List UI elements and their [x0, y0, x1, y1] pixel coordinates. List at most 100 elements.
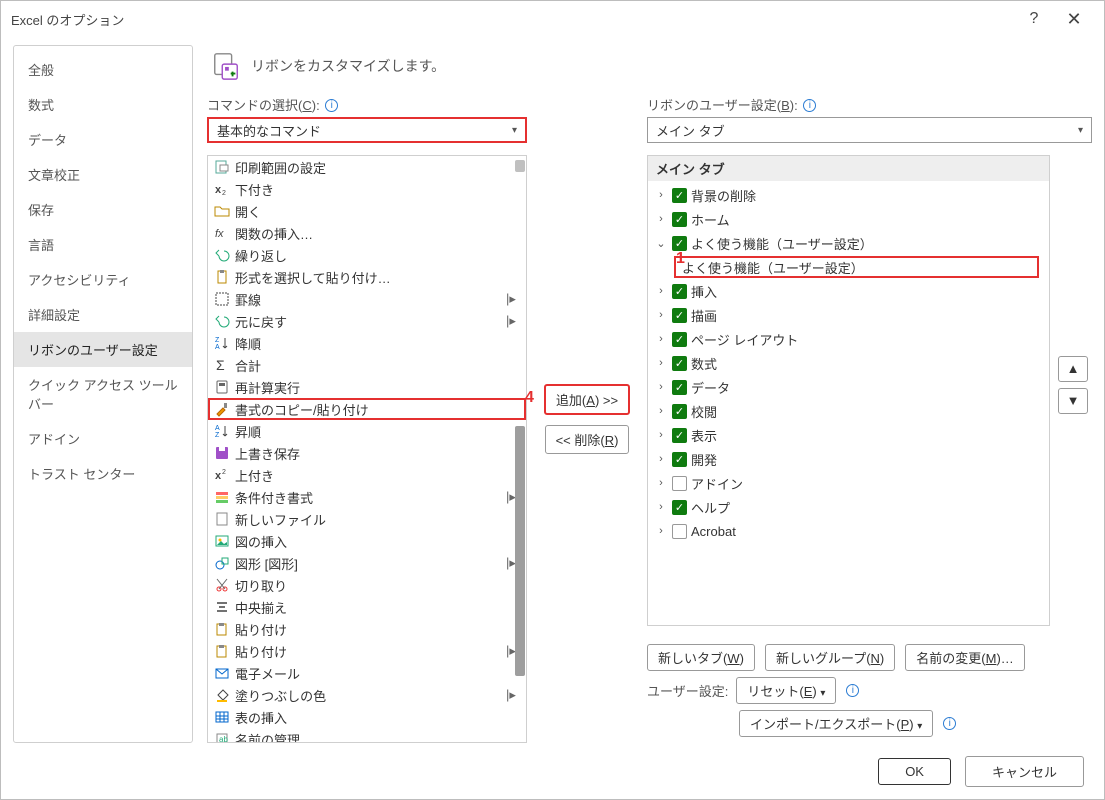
- ribbon-tree-tab[interactable]: ›Acrobat: [648, 519, 1049, 543]
- new-tab-button[interactable]: 新しいタブ(W): [647, 644, 755, 671]
- checkbox[interactable]: ✓: [672, 356, 687, 371]
- chevron-right-icon[interactable]: ›: [654, 213, 668, 225]
- command-item[interactable]: 繰り返し: [208, 244, 526, 266]
- chevron-right-icon[interactable]: ›: [654, 309, 668, 321]
- command-item[interactable]: ab名前の管理: [208, 728, 526, 742]
- ribbon-tree-tab[interactable]: ›✓ヘルプ: [648, 495, 1049, 519]
- sidebar-item[interactable]: リボンのユーザー設定: [14, 332, 192, 367]
- ribbon-tree-tab[interactable]: ›✓挿入: [648, 279, 1049, 303]
- info-icon[interactable]: i: [325, 99, 338, 112]
- chevron-right-icon[interactable]: ›: [654, 189, 668, 201]
- command-item[interactable]: x2下付き: [208, 178, 526, 200]
- ok-button[interactable]: OK: [878, 758, 951, 785]
- command-item[interactable]: 表の挿入: [208, 706, 526, 728]
- remove-button[interactable]: << 削除(R): [545, 425, 630, 454]
- customize-ribbon-combo[interactable]: メイン タブ ▾: [647, 117, 1092, 143]
- choose-commands-combo[interactable]: 基本的なコマンド ▾: [207, 117, 527, 143]
- command-item[interactable]: x2上付き: [208, 464, 526, 486]
- checkbox[interactable]: ✓: [672, 188, 687, 203]
- ribbon-tree-group[interactable]: よく使う機能（ユーザー設定）: [648, 255, 1049, 279]
- command-item[interactable]: 貼り付け|▸: [208, 640, 526, 662]
- ribbon-tree[interactable]: メイン タブ ›✓背景の削除›✓ホーム⌄✓よく使う機能（ユーザー設定）よく使う機…: [647, 155, 1050, 626]
- chevron-right-icon[interactable]: ›: [654, 429, 668, 441]
- info-icon[interactable]: i: [803, 99, 816, 112]
- command-item[interactable]: 貼り付け: [208, 618, 526, 640]
- move-up-button[interactable]: ▲: [1058, 356, 1088, 382]
- sidebar-item[interactable]: トラスト センター: [14, 456, 192, 491]
- command-item[interactable]: 元に戻す|▸: [208, 310, 526, 332]
- ribbon-tree-tab[interactable]: ⌄✓よく使う機能（ユーザー設定）: [648, 231, 1049, 255]
- commands-listbox[interactable]: 印刷範囲の設定x2下付き開くfx関数の挿入…繰り返し形式を選択して貼り付け…罫線…: [207, 155, 527, 743]
- ribbon-tree-tab[interactable]: ›✓校閲: [648, 399, 1049, 423]
- rename-button[interactable]: 名前の変更(M)…: [905, 644, 1025, 671]
- command-item[interactable]: 形式を選択して貼り付け…: [208, 266, 526, 288]
- command-item[interactable]: 印刷範囲の設定: [208, 156, 526, 178]
- command-item[interactable]: 電子メール: [208, 662, 526, 684]
- command-item[interactable]: fx関数の挿入…: [208, 222, 526, 244]
- checkbox[interactable]: ✓: [672, 308, 687, 323]
- scrollbar-track[interactable]: [515, 426, 525, 676]
- checkbox[interactable]: ✓: [672, 452, 687, 467]
- new-group-button[interactable]: 新しいグループ(N): [765, 644, 895, 671]
- checkbox[interactable]: ✓: [672, 500, 687, 515]
- command-item[interactable]: AZ昇順: [208, 420, 526, 442]
- info-icon[interactable]: i: [943, 717, 956, 730]
- ribbon-tree-tab[interactable]: ›✓描画: [648, 303, 1049, 327]
- checkbox[interactable]: ✓: [672, 236, 687, 251]
- checkbox[interactable]: [672, 476, 687, 491]
- command-item[interactable]: 書式のコピー/貼り付け: [208, 398, 526, 420]
- checkbox[interactable]: ✓: [672, 428, 687, 443]
- checkbox[interactable]: ✓: [672, 380, 687, 395]
- sidebar-item[interactable]: 数式: [14, 87, 192, 122]
- checkbox[interactable]: ✓: [672, 212, 687, 227]
- chevron-right-icon[interactable]: ›: [654, 285, 668, 297]
- scrollbar-thumb[interactable]: [515, 160, 525, 172]
- command-item[interactable]: 新しいファイル: [208, 508, 526, 530]
- ribbon-tree-tab[interactable]: ›✓背景の削除: [648, 183, 1049, 207]
- sidebar-item[interactable]: 詳細設定: [14, 297, 192, 332]
- cancel-button[interactable]: キャンセル: [965, 756, 1084, 787]
- command-item[interactable]: 罫線|▸: [208, 288, 526, 310]
- ribbon-tree-tab[interactable]: ›✓ページ レイアウト: [648, 327, 1049, 351]
- info-icon[interactable]: i: [846, 684, 859, 697]
- sidebar-item[interactable]: 保存: [14, 192, 192, 227]
- chevron-right-icon[interactable]: ›: [654, 477, 668, 489]
- sidebar-item[interactable]: クイック アクセス ツール バー: [14, 367, 192, 421]
- ribbon-tree-tab[interactable]: ›✓数式: [648, 351, 1049, 375]
- chevron-right-icon[interactable]: ›: [654, 453, 668, 465]
- add-button[interactable]: 追加(A) >>: [544, 384, 630, 415]
- reset-button[interactable]: リセット(E) ▾: [736, 677, 836, 704]
- checkbox[interactable]: [672, 524, 687, 539]
- sidebar-item[interactable]: 言語: [14, 227, 192, 262]
- ribbon-tree-tab[interactable]: ›✓データ: [648, 375, 1049, 399]
- chevron-right-icon[interactable]: ›: [654, 525, 668, 537]
- ribbon-tree-tab[interactable]: ›アドイン: [648, 471, 1049, 495]
- chevron-right-icon[interactable]: ›: [654, 381, 668, 393]
- command-item[interactable]: 中央揃え: [208, 596, 526, 618]
- command-item[interactable]: 条件付き書式|▸: [208, 486, 526, 508]
- command-item[interactable]: 切り取り: [208, 574, 526, 596]
- chevron-right-icon[interactable]: ›: [654, 405, 668, 417]
- sidebar-item[interactable]: アクセシビリティ: [14, 262, 192, 297]
- import-export-button[interactable]: インポート/エクスポート(P) ▾: [739, 710, 933, 737]
- sidebar-item[interactable]: 全般: [14, 52, 192, 87]
- command-item[interactable]: 図の挿入: [208, 530, 526, 552]
- checkbox[interactable]: ✓: [672, 404, 687, 419]
- sidebar-item[interactable]: アドイン: [14, 421, 192, 456]
- ribbon-tree-tab[interactable]: ›✓表示: [648, 423, 1049, 447]
- chevron-down-icon[interactable]: ⌄: [654, 237, 668, 250]
- sidebar-item[interactable]: 文章校正: [14, 157, 192, 192]
- checkbox[interactable]: ✓: [672, 284, 687, 299]
- chevron-right-icon[interactable]: ›: [654, 357, 668, 369]
- command-item[interactable]: 塗りつぶしの色|▸: [208, 684, 526, 706]
- command-item[interactable]: 上書き保存: [208, 442, 526, 464]
- command-item[interactable]: Σ合計: [208, 354, 526, 376]
- help-button[interactable]: ?: [1014, 10, 1054, 28]
- ribbon-tree-tab[interactable]: ›✓開発: [648, 447, 1049, 471]
- ribbon-tree-tab[interactable]: ›✓ホーム: [648, 207, 1049, 231]
- chevron-right-icon[interactable]: ›: [654, 501, 668, 513]
- command-item[interactable]: 開く: [208, 200, 526, 222]
- command-item[interactable]: ZA降順: [208, 332, 526, 354]
- move-down-button[interactable]: ▼: [1058, 388, 1088, 414]
- chevron-right-icon[interactable]: ›: [654, 333, 668, 345]
